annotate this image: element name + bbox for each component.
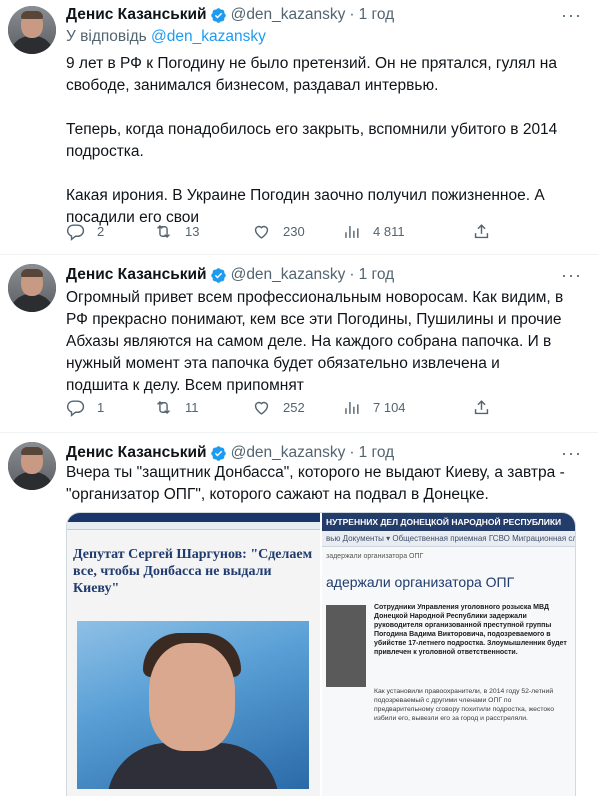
news-site-strip (67, 530, 320, 542)
like-count: 230 (283, 224, 305, 239)
views-count: 4 811 (373, 224, 405, 239)
like-icon (254, 225, 269, 239)
retweet-button[interactable]: 13 (154, 222, 199, 241)
tweet-time[interactable]: 1 год (359, 266, 395, 284)
share-button[interactable] (472, 398, 491, 417)
ministry-article-lead: Сотрудники Управления уголовного розыска… (374, 604, 567, 656)
reply-prefix: У відповідь (66, 28, 147, 45)
share-icon (474, 224, 489, 239)
reply-count: 1 (97, 400, 105, 415)
tweet-time[interactable]: 1 год (359, 444, 395, 462)
reply-count: 2 (97, 224, 105, 239)
ministry-site-header: НУТРЕННИХ ДЕЛ ДОНЕЦКОЙ НАРОДНОЙ РЕСПУБЛИ… (322, 513, 575, 531)
author-handle[interactable]: @den_kazansky (231, 266, 346, 284)
reply-button[interactable]: 2 (66, 222, 104, 241)
news-site-subnav (67, 522, 320, 530)
ministry-article-photo (326, 605, 366, 687)
author-name[interactable]: Денис Казанський (66, 444, 207, 462)
views-count: 7 104 (373, 400, 406, 415)
tweet-media[interactable]: Депутат Сергей Шаргунов: "Сделаем все, ч… (66, 512, 576, 796)
ministry-article-body: Как установили правоохранители, в 2014 г… (374, 688, 554, 722)
more-icon[interactable]: ··· (561, 444, 582, 462)
avatar[interactable] (8, 442, 56, 490)
tweet-actions: 2 13 230 4 811 (66, 222, 496, 242)
views-button[interactable]: 4 811 (342, 222, 405, 241)
like-button[interactable]: 230 (252, 222, 305, 241)
verified-badge-icon (210, 445, 226, 461)
reply-handle-link[interactable]: @den_kazansky (151, 28, 266, 45)
author-name[interactable]: Денис Казанський (66, 6, 207, 24)
retweet-count: 11 (185, 400, 199, 415)
tweet-divider (0, 254, 598, 255)
tweet-header: Денис Казанський @den_kazansky · 1 год (66, 443, 394, 463)
news-lead (67, 597, 320, 607)
retweet-button[interactable]: 11 (154, 398, 199, 417)
retweet-icon (157, 224, 170, 239)
reply-icon (66, 400, 85, 417)
news-headline: Депутат Сергей Шаргунов: "Сделаем все, ч… (73, 547, 313, 596)
avatar[interactable] (8, 264, 56, 312)
reply-icon (66, 224, 85, 241)
verified-badge-icon (210, 267, 226, 283)
author-handle[interactable]: @den_kazansky (231, 6, 346, 24)
tweet-text: Вчера ты "защитник Донбасса", которого н… (66, 464, 570, 503)
avatar[interactable] (8, 6, 56, 54)
tweet-header: Денис Казанський @den_kazansky · 1 год (66, 265, 394, 285)
like-icon (254, 401, 269, 415)
views-icon (345, 225, 359, 238)
views-button[interactable]: 7 104 (342, 398, 406, 417)
retweet-count: 13 (185, 224, 200, 239)
news-portrait-photo (77, 621, 309, 789)
retweet-icon (157, 400, 170, 415)
verified-badge-icon (210, 7, 226, 23)
ministry-article-title: адержали организатора ОПГ (326, 574, 515, 590)
views-icon (345, 401, 359, 414)
tweet-time[interactable]: 1 год (359, 6, 395, 24)
like-button[interactable]: 252 (252, 398, 305, 417)
reply-context: У відповідь @den_kazansky (66, 28, 266, 46)
tweet-text: Огромный привет всем профессиональным но… (66, 289, 568, 394)
separator-dot: · (349, 6, 355, 23)
media-image-right[interactable]: НУТРЕННИХ ДЕЛ ДОНЕЦКОЙ НАРОДНОЙ РЕСПУБЛИ… (322, 513, 575, 796)
more-icon[interactable]: ··· (561, 6, 582, 24)
reply-button[interactable]: 1 (66, 398, 104, 417)
share-button[interactable] (472, 222, 491, 241)
tweet-header: Денис Казанський @den_kazansky · 1 год (66, 5, 394, 25)
separator-dot: · (349, 444, 355, 461)
author-name[interactable]: Денис Казанський (66, 266, 207, 284)
media-image-left[interactable]: Депутат Сергей Шаргунов: "Сделаем все, ч… (67, 513, 320, 796)
tweet-divider (0, 432, 598, 433)
ministry-site-menu: вью Документы ▾ Общественная приемная ГС… (322, 531, 575, 547)
tweet-text: 9 лет в РФ к Погодину не было претензий.… (66, 55, 558, 226)
tweet-actions: 1 11 252 7 104 (66, 398, 496, 418)
more-icon[interactable]: ··· (561, 266, 582, 284)
ministry-breadcrumb: задержали организатора ОПГ (326, 553, 424, 560)
author-handle[interactable]: @den_kazansky (231, 444, 346, 462)
news-site-nav (67, 513, 320, 522)
separator-dot: · (349, 266, 355, 283)
like-count: 252 (283, 400, 305, 415)
share-icon (474, 400, 489, 415)
